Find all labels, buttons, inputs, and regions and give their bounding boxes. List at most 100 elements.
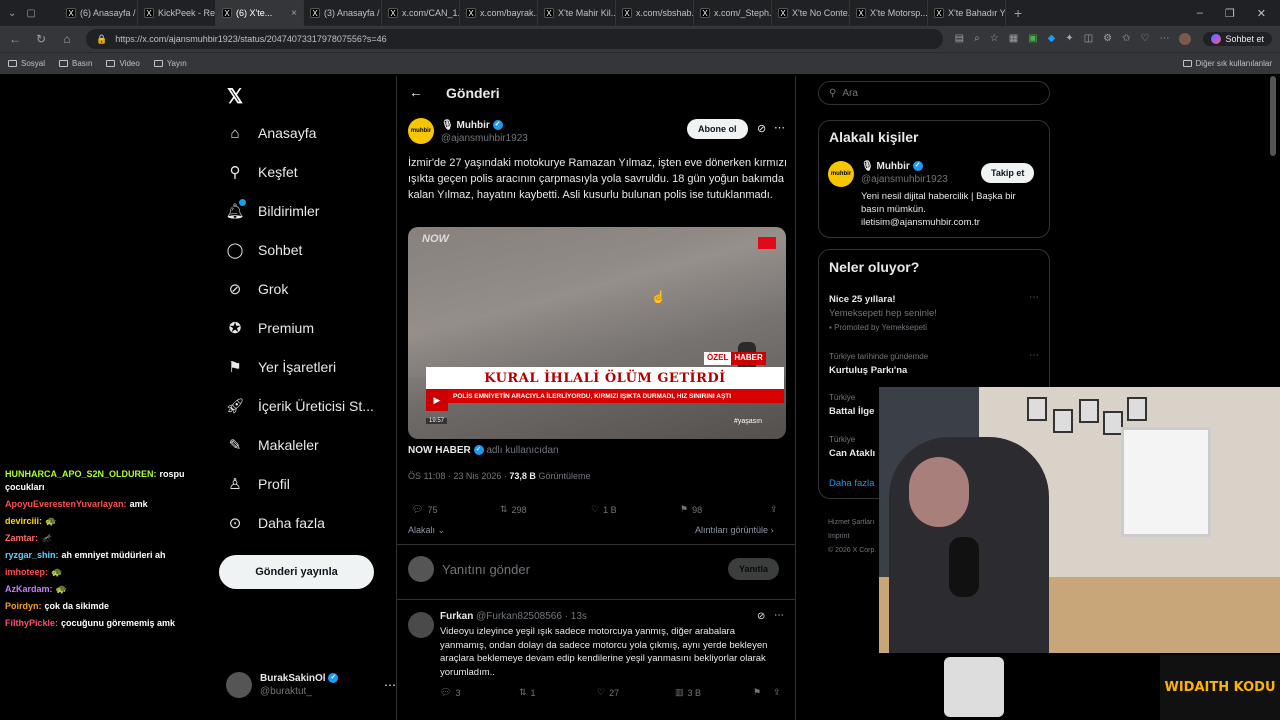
profile-avatar[interactable] [1179, 33, 1192, 45]
settings-icon[interactable]: ⚙ [1103, 33, 1112, 45]
reply-submit-button[interactable]: Yanıtla [728, 558, 780, 580]
reply-action[interactable]: 💬︎ 75 [412, 504, 437, 515]
page-scrollbar[interactable] [1270, 76, 1276, 156]
more-icon[interactable]: ⋯ [384, 678, 396, 692]
subscribe-button[interactable]: Abone ol [687, 119, 748, 139]
extension-icon[interactable]: ✦ [1065, 33, 1073, 45]
source-name[interactable]: NOW HABER [408, 445, 471, 456]
browser-tab[interactable]: Xx.com/_Steph...× [694, 0, 772, 26]
browser-tab[interactable]: Xx.com/bayrak...× [460, 0, 538, 26]
grok-icon[interactable]: ⊘ [757, 611, 765, 622]
share-action[interactable]: ⇪ [770, 504, 778, 515]
like-action[interactable]: ♡ 1 B [591, 504, 617, 515]
nav-articles[interactable]: ✎ Makaleler [226, 436, 319, 454]
nav-profile[interactable]: ♙ Profil [226, 475, 290, 493]
back-arrow-icon[interactable]: ← [409, 84, 423, 100]
view-quotes-link[interactable]: Alıntıları görüntüle › [695, 525, 774, 535]
chat-username[interactable]: devirciii: [5, 516, 42, 526]
more-icon[interactable]: ⋯ [1159, 33, 1169, 45]
browser-tab[interactable]: XX'te No Conte...× [772, 0, 850, 26]
more-icon[interactable]: ⋯ [1029, 350, 1039, 361]
extension-icon[interactable]: ▦ [1009, 33, 1018, 45]
split-screen-icon[interactable]: ◫ [1084, 33, 1093, 45]
bookmark-video[interactable]: Video [106, 59, 140, 68]
home-icon[interactable]: ⌂ [60, 32, 74, 46]
nav-home[interactable]: ⌂ Anasayfa [226, 124, 316, 142]
browser-tab[interactable]: Xx.com/CAN_1...× [382, 0, 460, 26]
maximize-icon[interactable]: ❐ [1225, 7, 1235, 20]
browser-tab[interactable]: X (6) X'te... × [216, 0, 304, 26]
repost-action[interactable]: ⇅ 298 [500, 504, 527, 515]
search-input[interactable]: ⚲ Ara [818, 81, 1050, 105]
back-icon[interactable]: ← [8, 32, 22, 46]
follow-button[interactable]: Takip et [981, 163, 1035, 183]
share-action[interactable]: ⇪ [773, 687, 781, 698]
extension-icon[interactable]: ◆ [1048, 33, 1056, 45]
related-dropdown[interactable]: Alakalı ⌄ [408, 525, 445, 536]
browser-tab[interactable]: XX'te Motorsp...× [850, 0, 928, 26]
nav-creator-studio[interactable]: 🚀︎ İçerik Üreticisi St... [225, 397, 373, 415]
nav-grok[interactable]: ⊘ Grok [226, 280, 289, 298]
author-avatar[interactable]: muhbir [408, 118, 434, 144]
close-window-icon[interactable]: ✕ [1257, 7, 1266, 20]
reload-icon[interactable]: ↻ [34, 32, 48, 46]
url-field[interactable]: 🔒 https://x.com/ajansmuhbir1923/status/2… [86, 29, 943, 49]
nav-premium[interactable]: ✪ Premium [226, 319, 314, 337]
bookmark-action[interactable]: ⚑ [753, 687, 761, 698]
more-icon[interactable]: ⋯ [774, 121, 785, 134]
nav-more[interactable]: ⊙ Daha fazla [226, 514, 325, 532]
chat-username[interactable]: AzKardam: [5, 584, 53, 594]
chat-username[interactable]: Zamtar: [5, 533, 38, 543]
browser-tab[interactable]: XX'te Bahadır Y...× [928, 0, 1006, 26]
author-name[interactable]: Muhbir [456, 120, 489, 131]
reader-icon[interactable]: ▤ [955, 33, 964, 45]
bookmark-yayin[interactable]: Yayın [153, 59, 187, 68]
post-button[interactable]: Gönderi yayınla [219, 555, 374, 589]
browser-tab[interactable]: X(6) Anasayfa / X× [60, 0, 138, 26]
author-avatar[interactable]: muhbir [828, 161, 854, 187]
trend-item[interactable]: Türkiye tarihinde gündemde Kurtuluş Park… [829, 350, 928, 378]
grok-icon[interactable]: ⊘ [757, 122, 766, 135]
nav-notifications[interactable]: 🔔︎ Bildirimler [225, 199, 319, 220]
author-handle[interactable]: @ajansmuhbir1923 [441, 132, 528, 145]
copilot-button[interactable]: Sohbet et [1203, 32, 1272, 46]
chat-username[interactable]: imhoteep: [5, 567, 48, 577]
chat-username[interactable]: ApoyuEverestenYuvarlayan: [5, 499, 127, 509]
reply-input[interactable]: Yanıtını gönder [442, 562, 530, 577]
nav-explore[interactable]: ⚲ Keşfet [226, 163, 298, 181]
workspaces-icon[interactable]: ▢ [26, 8, 35, 19]
collections-icon[interactable]: ♡ [1141, 33, 1150, 45]
bookmark-action[interactable]: ⚑ 98 [680, 504, 702, 515]
browser-tab[interactable]: XX'te Mahir Kil...× [538, 0, 616, 26]
avatar[interactable] [408, 612, 434, 638]
post-time[interactable]: ÖS 11:08 · 23 Nis 2026 · [408, 471, 507, 481]
repost-action[interactable]: ⇅ 1 [519, 687, 536, 698]
like-action[interactable]: ♡ 27 [597, 687, 619, 698]
browser-tab[interactable]: XKickPeek - Re...× [138, 0, 216, 26]
account-switcher[interactable]: BurakSakinOl ✓ @buraktut_ ⋯ [226, 672, 396, 698]
nav-chat[interactable]: ◯ Sohbet [226, 241, 303, 259]
browser-tab[interactable]: Xx.com/sbshab...× [616, 0, 694, 26]
chat-username[interactable]: FilthyPickle: [5, 618, 58, 628]
bookmark-basin[interactable]: Basın [59, 59, 92, 68]
extension-icon[interactable]: ▣ [1028, 33, 1037, 45]
other-bookmarks[interactable]: Diğer sık kullanılanlar [1182, 59, 1272, 68]
browser-tab[interactable]: X(3) Anasayfa / X× [304, 0, 382, 26]
zoom-icon[interactable]: ⌕ [974, 33, 980, 45]
trend-item[interactable]: Nice 25 yıllara! Yemeksepeti hep seninle… [829, 293, 937, 335]
trend-item[interactable]: Türkiye Can Ataklı [829, 433, 875, 461]
close-tab-icon[interactable]: × [291, 8, 297, 19]
video-player[interactable]: NOW ÖZEL HABER KURAL İHLALİ ÖLÜM GETİRDİ… [408, 227, 786, 439]
more-icon[interactable]: ⋯ [774, 610, 784, 621]
views-action[interactable]: ▥ 3 B [675, 687, 701, 698]
chat-username[interactable]: HUNHARCA_APO_S2N_OLDUREN: [5, 469, 157, 479]
bookmark-sosyal[interactable]: Sosyal [8, 59, 45, 68]
chat-username[interactable]: ryzgar_shin: [5, 550, 59, 560]
favorite-star-icon[interactable]: ☆ [990, 33, 999, 45]
more-icon[interactable]: ⋯ [1029, 292, 1039, 303]
trend-item[interactable]: Türkiye Battal İlge [829, 391, 874, 419]
chat-username[interactable]: Poirdyn: [5, 601, 42, 611]
minimize-icon[interactable]: – [1197, 7, 1203, 20]
show-more-link[interactable]: Daha fazla [829, 478, 874, 489]
favorites-icon[interactable]: ✩ [1122, 33, 1130, 45]
